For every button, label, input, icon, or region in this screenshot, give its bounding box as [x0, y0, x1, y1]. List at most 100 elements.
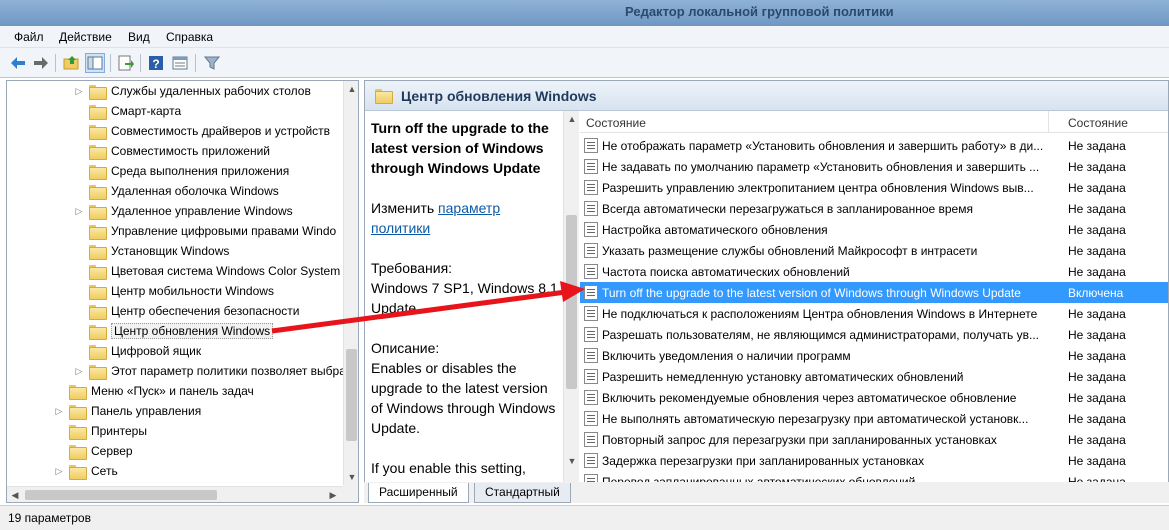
description-text: Enables or disables the upgrade to the l… [371, 360, 556, 436]
column-header-name[interactable]: Состояние [586, 116, 646, 130]
expand-arrow-icon[interactable]: ▷ [73, 366, 85, 377]
scroll-thumb[interactable] [346, 349, 357, 441]
scroll-up-icon[interactable]: ▲ [564, 111, 580, 127]
scroll-right-icon[interactable]: ▶ [325, 487, 341, 502]
description-label: Описание: [371, 340, 440, 356]
properties-icon[interactable] [170, 53, 190, 73]
details-panel: Центр обновления Windows Turn off the up… [364, 80, 1169, 503]
tree-item[interactable]: Центр обеспечения безопасности [73, 301, 300, 321]
tree-item-label: Удаленная оболочка Windows [111, 184, 279, 198]
policy-setting-icon [584, 348, 598, 363]
policy-state: Не задана [1068, 159, 1126, 174]
tree-horizontal-scrollbar[interactable]: ◀ ▶ [7, 486, 343, 502]
policy-state: Не задана [1068, 264, 1126, 279]
policy-state: Не задана [1068, 453, 1126, 468]
folder-icon [89, 224, 107, 240]
policy-row[interactable]: Задержка перезагрузки при запланированны… [580, 450, 1168, 471]
scroll-down-icon[interactable]: ▼ [344, 469, 358, 485]
tree-item[interactable]: Управление цифровыми правами Windo [73, 221, 336, 241]
policy-state: Не задана [1068, 222, 1126, 237]
policy-row[interactable]: Настройка автоматического обновления Не з… [580, 219, 1168, 240]
policy-row[interactable]: Частота поиска автоматических обновлений… [580, 261, 1168, 282]
scroll-down-icon[interactable]: ▼ [564, 453, 580, 469]
policy-name: Задержка перезагрузки при запланированны… [602, 453, 925, 468]
export-list-icon[interactable] [116, 53, 136, 73]
tree-item[interactable]: Центр мобильности Windows [73, 281, 274, 301]
details-title: Центр обновления Windows [401, 87, 597, 104]
policy-setting-icon [584, 264, 598, 279]
tree-vertical-scrollbar[interactable]: ▲ ▼ [343, 81, 358, 485]
tree-item[interactable]: ▷ Службы удаленных рабочих столов [73, 81, 311, 101]
scroll-thumb[interactable] [25, 490, 217, 500]
menu-view[interactable]: Вид [128, 30, 150, 44]
tree-item[interactable]: ▷ Панель управления [53, 401, 201, 421]
view-tabs: Расширенный Стандартный [364, 482, 1169, 503]
column-header-state[interactable]: Состояние [1068, 116, 1128, 130]
tab-standard[interactable]: Стандартный [474, 483, 571, 503]
policy-row[interactable]: Разрешить немедленную установку автомати… [580, 366, 1168, 387]
filter-icon[interactable] [202, 53, 222, 73]
back-icon[interactable] [8, 53, 28, 73]
tree-item[interactable]: Среда выполнения приложения [73, 161, 289, 181]
tree-item[interactable]: Сервер [53, 441, 133, 461]
expand-arrow-icon[interactable]: ▷ [73, 86, 85, 97]
description-scrollbar[interactable]: ▲ ▼ [563, 111, 579, 484]
show-hide-tree-icon[interactable] [85, 53, 105, 73]
policy-setting-icon [584, 138, 598, 153]
tree-item[interactable]: ▷ Сеть [53, 461, 118, 481]
policy-setting-icon [584, 306, 598, 321]
navigation-tree[interactable]: ▷ Службы удаленных рабочих столов Смарт-ка… [6, 80, 359, 503]
policy-row[interactable]: Указать размещение службы обновлений Май… [580, 240, 1168, 261]
tree-item[interactable]: Совместимость драйверов и устройств [73, 121, 330, 141]
tree-item[interactable]: Удаленная оболочка Windows [73, 181, 279, 201]
policy-row[interactable]: Не подключаться к расположениям Центра о… [580, 303, 1168, 324]
menu-file[interactable]: Файл [14, 30, 44, 44]
tree-item[interactable]: ▷ Удаленное управление Windows [73, 201, 293, 221]
expand-arrow-icon[interactable]: ▷ [53, 466, 65, 477]
policy-setting-icon [584, 201, 598, 216]
policy-row[interactable]: Не задавать по умолчанию параметр «Устан… [580, 156, 1168, 177]
tree-item-label: Принтеры [91, 424, 147, 438]
expand-arrow-icon[interactable]: ▷ [53, 406, 65, 417]
tree-item[interactable]: Центр обновления Windows [73, 321, 274, 341]
folder-icon [89, 184, 107, 200]
tree-item[interactable]: Цветовая система Windows Color System [73, 261, 340, 281]
tree-item-label: Панель управления [91, 404, 202, 418]
policy-name: Разрешить управлению электропитанием цен… [602, 180, 1034, 195]
tree-item[interactable]: Установщик Windows [73, 241, 229, 261]
scroll-corner [343, 485, 358, 502]
expand-arrow-icon[interactable]: ▷ [73, 206, 85, 217]
scroll-up-icon[interactable]: ▲ [344, 81, 358, 97]
column-divider[interactable] [1048, 111, 1049, 133]
menu-action[interactable]: Действие [59, 30, 112, 44]
details-header: Центр обновления Windows [365, 81, 1168, 111]
policy-row[interactable]: Разрешать пользователям, не являющимся а… [580, 324, 1168, 345]
menu-help[interactable]: Справка [166, 30, 213, 44]
scroll-left-icon[interactable]: ◀ [7, 487, 23, 502]
policy-row[interactable]: Включить уведомления о наличии программ Н… [580, 345, 1168, 366]
tree-item[interactable]: Совместимость приложений [73, 141, 270, 161]
tree-item[interactable]: Меню «Пуск» и панель задач [53, 381, 254, 401]
up-folder-icon[interactable] [62, 53, 82, 73]
policy-row[interactable]: Повторный запрос для перезагрузки при за… [580, 429, 1168, 450]
tree-item[interactable]: Принтеры [53, 421, 147, 441]
policy-row[interactable]: Не выполнять автоматическую перезагрузку… [580, 408, 1168, 429]
policy-row[interactable]: Не отображать параметр «Установить обнов… [580, 135, 1168, 156]
policy-row[interactable]: Всегда автоматически перезагружаться в з… [580, 198, 1168, 219]
description-more: If you enable this setting, [371, 460, 526, 476]
policy-state: Не задана [1068, 180, 1126, 195]
title-bar: Редактор локальной групповой политики [0, 0, 1169, 26]
forward-icon[interactable] [31, 53, 51, 73]
policy-row[interactable]: Turn off the upgrade to the latest versi… [580, 282, 1168, 303]
policy-row[interactable]: Разрешить управлению электропитанием цен… [580, 177, 1168, 198]
policy-setting-icon [584, 285, 598, 300]
tree-item-label: Службы удаленных рабочих столов [111, 84, 311, 98]
tree-item[interactable]: Цифровой ящик [73, 341, 201, 361]
scroll-thumb[interactable] [566, 215, 577, 389]
folder-icon [89, 344, 107, 360]
tab-extended[interactable]: Расширенный [368, 483, 469, 503]
tree-item[interactable]: Смарт-карта [73, 101, 181, 121]
policy-row[interactable]: Включить рекомендуемые обновления через … [580, 387, 1168, 408]
tree-item[interactable]: ▷ Этот параметр политики позволяет выбра [73, 361, 346, 381]
help-icon[interactable]: ? [146, 53, 166, 73]
